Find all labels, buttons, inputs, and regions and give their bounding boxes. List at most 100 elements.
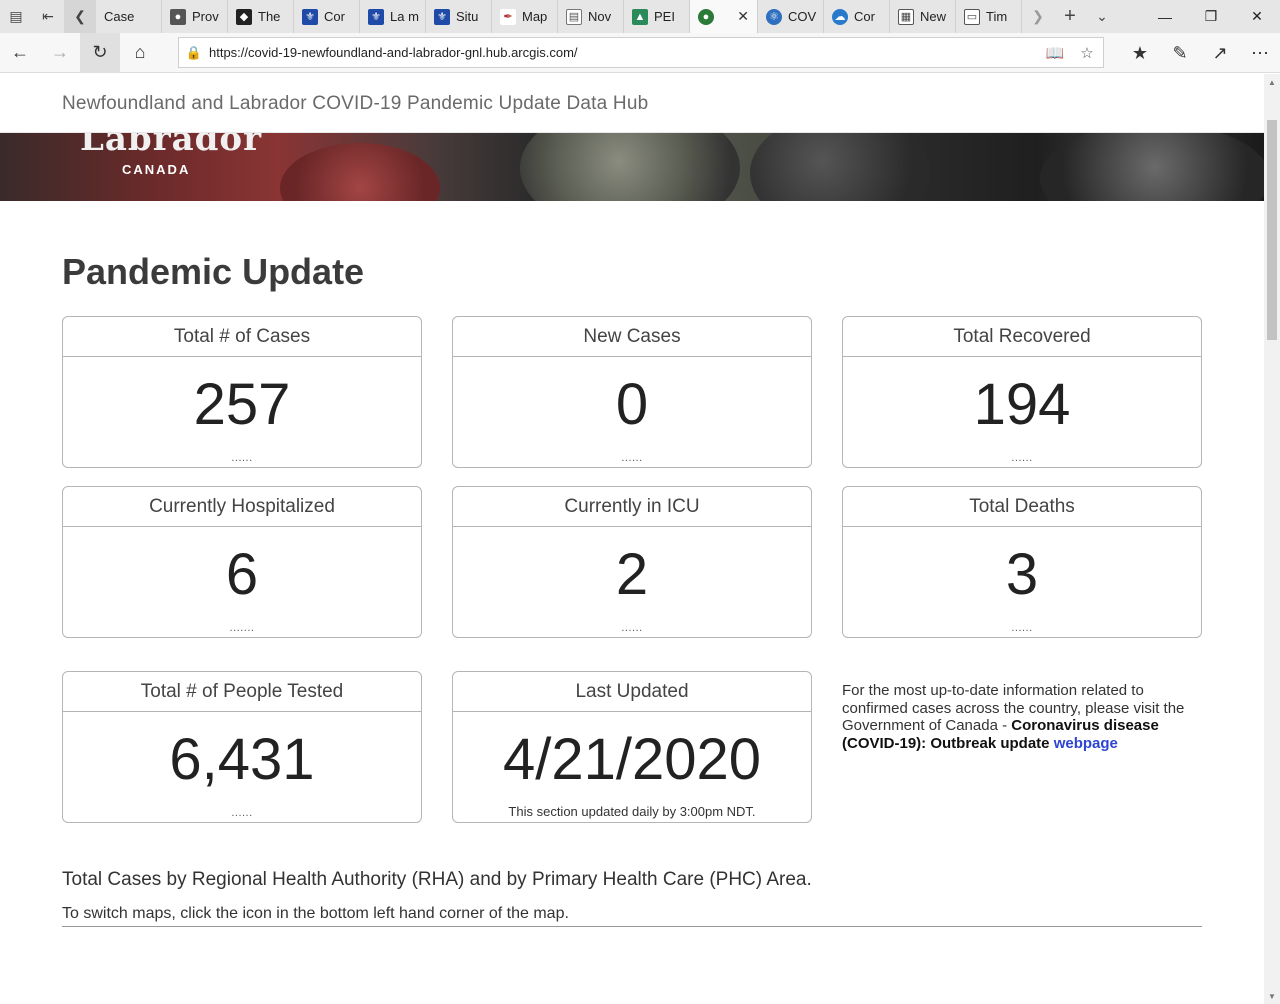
new-tab-icon[interactable]: + [1054,0,1086,33]
total-cases-card: Total # of Cases 257 ...... [62,316,422,468]
tab-label: Cor [324,9,345,24]
share-icon[interactable]: ↗ [1200,33,1240,73]
window-icon: ▭ [964,8,980,25]
tab-cor[interactable]: ⚜ Cor [294,0,360,33]
card-label: Total Deaths [843,487,1201,527]
more-icon[interactable]: ⋯ [1240,33,1280,73]
tab-cov[interactable]: ⚛ COV [758,0,824,33]
last-updated-card: Last Updated 4/21/2020 This section upda… [452,671,812,823]
lock-icon[interactable]: 🔒 [179,45,209,61]
card-value: 4/21/2020 [502,727,762,792]
tab-label: Cor [854,9,875,24]
tab-new[interactable]: ▦ New [890,0,956,33]
newspaper-icon: ▤ [566,8,582,25]
minimize-icon[interactable]: — [1142,0,1188,33]
virus-blob [520,133,740,201]
tab-case[interactable]: Case [96,0,162,33]
card-value: 194 [973,372,1071,437]
virus-blob [1040,133,1264,201]
cloud-icon: ☁ [832,8,848,25]
people-tested-card: Total # of People Tested 6,431 ...... [62,671,422,823]
card-footer: ...... [621,622,643,634]
card-label: Total # of Cases [63,317,421,357]
fleur-de-lis-icon: ⚜ [368,8,384,25]
card-label: New Cases [453,317,811,357]
icu-card: Currently in ICU 2 ...... [452,486,812,638]
back-icon[interactable]: ← [0,33,40,73]
close-window-icon[interactable]: ✕ [1234,0,1280,33]
update-note: This section updated daily by 3:00pm NDT… [508,804,756,819]
tab-the[interactable]: ◆ The [228,0,294,33]
tab-tim[interactable]: ▭ Tim [956,0,1022,33]
card-footer: ...... [621,452,643,464]
scroll-up-icon[interactable]: ▲ [1264,74,1280,90]
card-label: Total # of People Tested [63,672,421,712]
site-title[interactable]: Newfoundland and Labrador COVID-19 Pande… [62,93,648,115]
tab-cor-2[interactable]: ☁ Cor [824,0,890,33]
bison-icon: ● [170,8,186,25]
page-viewport: Newfoundland and Labrador COVID-19 Pande… [0,74,1264,1004]
home-icon[interactable]: ⌂ [120,33,160,73]
total-deaths-card: Total Deaths 3 ...... [842,486,1202,638]
globe-icon: ● [698,8,714,25]
url-text[interactable]: https://covid-19-newfoundland-and-labrad… [209,45,1039,60]
tab-nov[interactable]: ▤ Nov [558,0,624,33]
tab-label: New [920,9,947,24]
card-value: 3 [1005,542,1039,607]
forward-icon[interactable]: → [40,33,80,73]
section-title: Total Cases by Regional Health Authority… [62,869,812,890]
scroll-tabs-left-icon[interactable]: ❮ [64,0,96,33]
tab-label: Map [522,9,548,24]
tab-label: Situ [456,9,479,24]
pei-icon: ▲ [632,8,648,25]
total-recovered-card: Total Recovered 194 ...... [842,316,1202,468]
card-footer: ...... [231,807,253,819]
logo-wordmark: Labrador [80,133,263,159]
tab-label: Tim [986,9,1008,24]
card-value: 6 [225,542,259,607]
restore-icon[interactable]: ❐ [1188,0,1234,33]
favorite-star-icon[interactable]: ☆ [1071,44,1103,62]
card-footer: ....... [229,622,255,634]
fleur-de-lis-icon: ⚜ [434,8,450,25]
hospitalized-card: Currently Hospitalized 6 ....... [62,486,422,638]
info-text: For the most up-to-date information rela… [842,682,1212,752]
close-tab-icon[interactable]: ✕ [737,8,749,25]
webpage-link[interactable]: webpage [1054,735,1118,752]
favorites-icon[interactable]: ★ [1120,33,1160,73]
tab-strip: ▤ ⇤ ❮ Case ● Prov ◆ The ⚜ Cor ⚜ La m ⚜ Situ ✒… [0,0,1280,33]
tab-map[interactable]: ✒ Map [492,0,558,33]
card-footer: ...... [1011,452,1033,464]
new-cases-card: New Cases 0 ...... [452,316,812,468]
scrollbar-thumb[interactable] [1267,120,1277,340]
divider [62,926,1202,927]
tab-situ[interactable]: ⚜ Situ [426,0,492,33]
tab-actions-icon[interactable]: ▤ [0,0,32,33]
shield-icon: ◆ [236,8,252,25]
tab-label: Prov [192,9,219,24]
refresh-icon[interactable]: ↻ [80,32,120,73]
reading-view-icon[interactable]: 📖 [1039,44,1071,62]
fleur-de-lis-icon: ⚜ [302,8,318,25]
card-label: Currently in ICU [453,487,811,527]
tab-active-arcgis[interactable]: ● ✕ [690,0,758,33]
card-value: 0 [615,372,649,437]
scroll-down-icon[interactable]: ▼ [1264,988,1280,1004]
tab-la-m[interactable]: ⚜ La m [360,0,426,33]
atom-icon: ⚛ [766,8,782,25]
card-footer: ...... [1011,622,1033,634]
tab-pei[interactable]: ▲ PEI [624,0,690,33]
card-value: 2 [615,542,649,607]
tab-label: PEI [654,9,675,24]
tab-preview-chevron-icon[interactable]: ⌄ [1086,0,1118,33]
tab-prov[interactable]: ● Prov [162,0,228,33]
scroll-tabs-right-icon[interactable]: ❯ [1022,0,1054,33]
card-footer: ...... [231,452,253,464]
banner-image: Labrador CANADA [0,133,1264,201]
pen-notes-icon[interactable]: ✎ [1160,33,1200,73]
vertical-scrollbar[interactable]: ▲ ▼ [1264,74,1280,1004]
card-value: 257 [193,372,291,437]
set-aside-tabs-icon[interactable]: ⇤ [32,0,64,33]
tab-label: Nov [588,9,612,24]
address-bar[interactable]: 🔒 https://covid-19-newfoundland-and-labr… [178,37,1104,68]
